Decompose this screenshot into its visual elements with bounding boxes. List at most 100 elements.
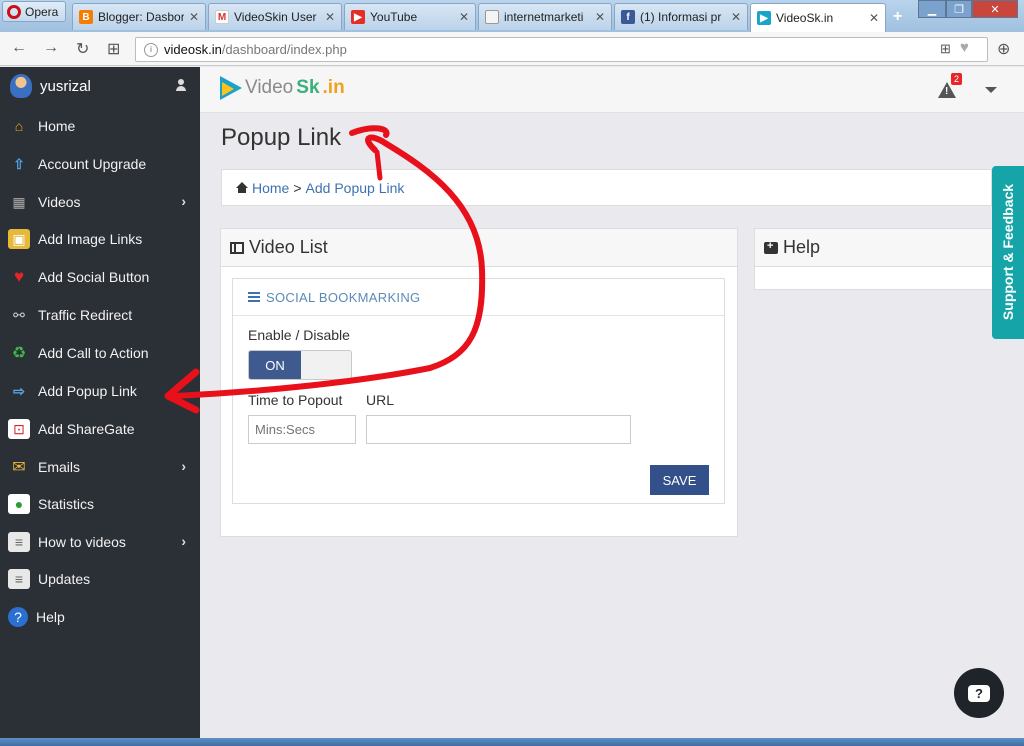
reload-icon[interactable]: ↻ <box>76 39 89 59</box>
blogger-icon: B <box>79 10 93 24</box>
extensions-grid-icon[interactable]: ⊞ <box>940 41 951 57</box>
sidebar-item-add-call-to-action[interactable]: ♻ Add Call to Action <box>0 335 200 371</box>
sidebar-item-updates[interactable]: ≡ Updates <box>0 561 200 597</box>
speed-dial-grid-icon[interactable]: ⊞ <box>107 39 120 59</box>
sidebar-item-label: Emails <box>38 459 81 475</box>
close-tab-icon[interactable]: ✕ <box>869 11 879 25</box>
toggle-on-label: ON <box>249 351 301 379</box>
browser-address-bar: ← → ↻ ⊞ i videosk.in/dashboard/index.php… <box>0 32 1024 66</box>
time-to-popout-label: Time to Popout <box>248 392 343 408</box>
user-icon[interactable] <box>176 79 186 91</box>
browser-tab[interactable]: f (1) Informasi pr ✕ <box>614 3 748 30</box>
minimize-window-icon[interactable]: ▁ <box>918 0 946 18</box>
link-icon: ⚯ <box>13 306 25 323</box>
user-profile[interactable]: yusrizal <box>0 67 200 105</box>
browser-tab[interactable]: B Blogger: Dasbor ✕ <box>72 3 206 30</box>
recycle-icon: ♻ <box>11 345 27 362</box>
envelope-icon: ✉ <box>12 459 26 476</box>
document-icon: ≡ <box>8 569 30 589</box>
logo-play-icon <box>220 76 242 100</box>
sidebar-item-add-image-links[interactable]: ▣ Add Image Links <box>0 221 200 257</box>
sidebar-item-label: Add Popup Link <box>38 383 137 399</box>
sidebar-item-add-social-button[interactable]: ♥ Add Social Button <box>0 259 200 295</box>
username: yusrizal <box>40 77 91 95</box>
sidebar-item-emails[interactable]: ✉ Emails › <box>0 449 200 485</box>
support-feedback-tab[interactable]: Support & Feedback <box>992 166 1024 339</box>
breadcrumb-home-link[interactable]: Home <box>252 180 289 196</box>
film-icon <box>230 241 244 254</box>
section-title: SOCIAL BOOKMARKING <box>266 289 421 305</box>
chat-help-button[interactable]: ? <box>954 668 1004 718</box>
close-window-icon[interactable]: ✕ <box>972 0 1018 18</box>
url-input-field[interactable] <box>366 415 631 444</box>
url-input[interactable]: i videosk.in/dashboard/index.php <box>135 37 988 62</box>
url-path: /dashboard/index.php <box>221 42 347 57</box>
sidebar-item-help[interactable]: ? Help <box>0 599 200 635</box>
video-list-header: Video List <box>221 229 737 267</box>
image-folder-icon: ▣ <box>8 229 30 249</box>
youtube-icon: ▶ <box>351 10 365 24</box>
page-icon <box>485 10 499 24</box>
enable-toggle[interactable]: ON <box>248 350 352 380</box>
help-title: Help <box>783 237 821 257</box>
browser-tab-active[interactable]: ▶ VideoSk.in ✕ <box>750 3 886 32</box>
opera-menu-button[interactable]: Opera <box>2 1 66 22</box>
sidebar-item-label: Statistics <box>38 496 95 512</box>
time-to-popout-input[interactable] <box>248 415 356 444</box>
page-title: Popup Link <box>221 124 342 151</box>
sidebar-item-account-upgrade[interactable]: ⇧ Account Upgrade <box>0 146 200 182</box>
chevron-down-icon[interactable] <box>985 87 997 93</box>
save-button[interactable]: SAVE <box>650 465 709 495</box>
bookmark-heart-icon[interactable]: ♥ <box>960 39 969 56</box>
chevron-right-icon: › <box>181 533 186 549</box>
new-tab-plus-icon[interactable]: + <box>893 8 902 26</box>
sidebar-item-label: How to videos <box>38 534 126 550</box>
sidebar-item-add-sharegate[interactable]: ⊡ Add ShareGate <box>0 411 200 447</box>
help-icon: ? <box>8 607 28 627</box>
breadcrumb-current[interactable]: Add Popup Link <box>306 180 405 196</box>
logo-text: Sk <box>296 77 320 98</box>
back-arrow-icon[interactable]: ← <box>11 39 27 57</box>
app-header: Video Sk .in ! 2 <box>200 67 1024 113</box>
browser-tab[interactable]: ▶ YouTube ✕ <box>344 3 476 30</box>
help-panel: Help <box>754 228 1004 290</box>
home-icon <box>236 182 248 193</box>
logo-text: .in <box>322 77 345 98</box>
arrow-right-icon: ⇨ <box>13 382 25 399</box>
document-icon: ≡ <box>8 532 30 552</box>
sidebar-item-label: Help <box>36 609 65 625</box>
list-icon <box>248 292 260 302</box>
maximize-window-icon[interactable]: ❐ <box>946 0 972 18</box>
tab-title: (1) Informasi pr <box>640 10 722 24</box>
close-tab-icon[interactable]: ✕ <box>325 10 335 24</box>
sidebar-item-traffic-redirect[interactable]: ⚯ Traffic Redirect <box>0 297 200 333</box>
sidebar-item-statistics[interactable]: ● Statistics <box>0 486 200 522</box>
sidebar-item-label: Account Upgrade <box>38 156 147 172</box>
browser-tab[interactable]: M VideoSkin User ✕ <box>208 3 342 30</box>
notification-count-badge: 2 <box>951 73 963 85</box>
close-tab-icon[interactable]: ✕ <box>459 10 469 24</box>
forward-arrow-icon[interactable]: → <box>43 39 59 57</box>
close-tab-icon[interactable]: ✕ <box>595 10 605 24</box>
tab-title: internetmarketi <box>504 10 584 24</box>
close-tab-icon[interactable]: ✕ <box>731 10 741 24</box>
browser-tab[interactable]: internetmarketi ✕ <box>478 3 612 30</box>
sidebar-item-add-popup-link[interactable]: ⇨ Add Popup Link <box>0 373 200 409</box>
browser-tab-bar: Opera B Blogger: Dasbor ✕ M VideoSkin Us… <box>0 0 1024 32</box>
support-feedback-label: Support & Feedback <box>1000 183 1016 321</box>
sidebar-item-how-to-videos[interactable]: ≡ How to videos › <box>0 524 200 560</box>
sidebar-item-videos[interactable]: ▦ Videos › <box>0 184 200 220</box>
download-icon[interactable]: ⊕ <box>997 39 1010 59</box>
chat-bubble-icon: ? <box>968 684 990 702</box>
stats-icon: ● <box>8 494 30 514</box>
sidebar-item-label: Home <box>38 118 76 134</box>
videoskin-logo[interactable]: Video Sk .in <box>220 76 345 100</box>
notifications-button[interactable]: ! 2 <box>938 73 963 99</box>
site-info-icon[interactable]: i <box>144 42 158 57</box>
close-tab-icon[interactable]: ✕ <box>189 10 199 24</box>
sidebar: yusrizal ⌂ Home ⇧ Account Upgrade ▦ Vide… <box>0 67 200 746</box>
help-panel-header: Help <box>755 229 1004 267</box>
sidebar-item-home[interactable]: ⌂ Home <box>0 108 200 144</box>
videoskin-icon: ▶ <box>757 11 771 25</box>
sidebar-item-label: Updates <box>38 571 91 587</box>
